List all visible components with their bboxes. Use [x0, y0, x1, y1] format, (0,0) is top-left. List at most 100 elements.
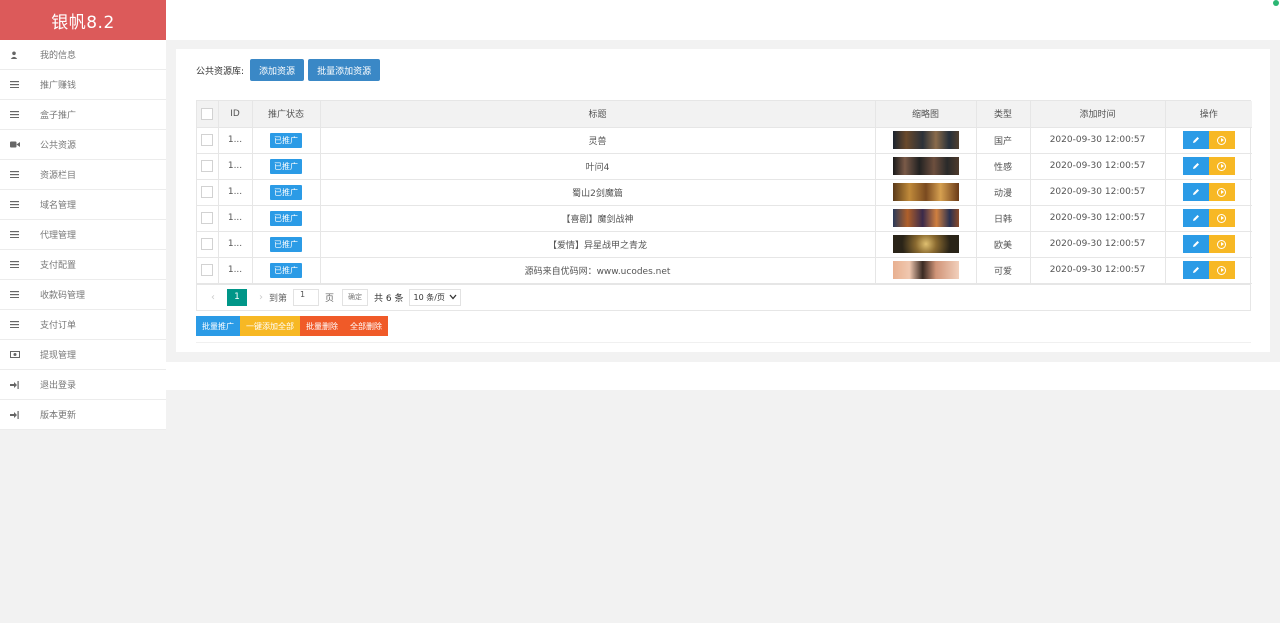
- cell-thumb: [875, 127, 977, 154]
- play-button[interactable]: [1208, 183, 1235, 201]
- page-input[interactable]: 1: [293, 288, 320, 306]
- cell-id: 1...: [218, 231, 253, 258]
- signout-icon: [0, 410, 26, 419]
- sidebar-item-payment-config[interactable]: 支付配置: [0, 250, 166, 280]
- cell-title: 【爱情】异星战甲之青龙: [320, 231, 876, 258]
- sidebar-item-payment-orders[interactable]: 支付订单: [0, 310, 166, 340]
- cell-type: 国产: [976, 127, 1031, 154]
- brand-logo: 银帆8.2: [0, 0, 166, 40]
- cell-type: 动漫: [976, 179, 1031, 206]
- cell-ops: [1165, 179, 1252, 206]
- sidebar-item-qr-codes[interactable]: 收款码管理: [0, 280, 166, 310]
- cell-title: 叶问4: [320, 153, 876, 180]
- edit-button[interactable]: [1182, 183, 1209, 201]
- cell-thumb: [875, 179, 977, 206]
- row-select[interactable]: [197, 127, 219, 154]
- header-time[interactable]: 添加时间: [1030, 101, 1166, 128]
- sidebar-item-my-info[interactable]: 我的信息: [0, 40, 166, 70]
- pencil-icon: [1192, 163, 1199, 169]
- thumbnail-image: [892, 235, 959, 253]
- chevron-down-icon: [449, 294, 457, 300]
- sidebar: 银帆8.2 我的信息 推广赚钱 盒子推广 公共资源 资源栏目 域名管理 代理管理…: [0, 0, 166, 430]
- cell-status: 已推广: [252, 153, 321, 180]
- status-dot-icon: [1273, 0, 1279, 6]
- pencil-icon: [1192, 189, 1199, 195]
- row-checkbox[interactable]: [201, 238, 214, 250]
- cell-ops: [1165, 231, 1252, 258]
- table-row: 1... 已推广 【喜剧】魔剑战神 日韩 2020-09-30 12:00:57: [197, 205, 1252, 232]
- header-ops: 操作: [1165, 101, 1252, 128]
- row-checkbox[interactable]: [201, 186, 214, 198]
- row-checkbox[interactable]: [201, 134, 214, 146]
- cell-id: 1...: [218, 153, 253, 180]
- row-select[interactable]: [197, 257, 219, 284]
- add-all-button[interactable]: 一键添加全部: [240, 316, 300, 336]
- page-size-select[interactable]: 10 条/页: [409, 288, 461, 306]
- row-select[interactable]: [197, 179, 219, 206]
- edit-button[interactable]: [1182, 157, 1209, 175]
- sidebar-item-public-resources[interactable]: 公共资源: [0, 130, 166, 160]
- status-badge: 已推广: [270, 132, 302, 148]
- sidebar-item-box-promote[interactable]: 盒子推广: [0, 100, 166, 130]
- sidebar-item-label: 退出登录: [40, 381, 77, 391]
- play-button[interactable]: [1208, 209, 1235, 227]
- header-select-all[interactable]: [197, 101, 219, 128]
- header-status[interactable]: 推广状态: [252, 101, 321, 128]
- cell-title: 蜀山2剑魔篇: [320, 179, 876, 206]
- batch-promote-button[interactable]: 批量推广: [196, 316, 240, 336]
- play-button[interactable]: [1208, 261, 1235, 279]
- row-select[interactable]: [197, 153, 219, 180]
- cell-id: 1...: [218, 179, 253, 206]
- pencil-icon: [1192, 215, 1199, 221]
- header-id[interactable]: ID: [218, 101, 253, 128]
- add-resource-button[interactable]: 添加资源: [250, 59, 305, 81]
- sidebar-item-domains[interactable]: 域名管理: [0, 190, 166, 220]
- play-button[interactable]: [1208, 235, 1235, 253]
- edit-button[interactable]: [1182, 235, 1209, 253]
- row-checkbox[interactable]: [201, 264, 214, 276]
- row-checkbox[interactable]: [201, 160, 214, 172]
- edit-button[interactable]: [1182, 261, 1209, 279]
- select-all-checkbox[interactable]: [201, 107, 214, 120]
- batch-delete-button[interactable]: 批量删除: [300, 316, 344, 336]
- edit-button[interactable]: [1182, 209, 1209, 227]
- row-select[interactable]: [197, 205, 219, 232]
- next-page-icon[interactable]: ›: [253, 292, 269, 303]
- goto-confirm-button[interactable]: 确定: [342, 288, 369, 306]
- user-icon: [0, 51, 26, 59]
- edit-button[interactable]: [1182, 131, 1209, 149]
- prev-page-icon[interactable]: ‹: [205, 292, 221, 303]
- delete-all-button[interactable]: 全部删除: [344, 316, 388, 336]
- sidebar-item-label: 推广赚钱: [40, 81, 77, 91]
- batch-add-resource-button[interactable]: 批量添加资源: [308, 59, 381, 81]
- cell-time: 2020-09-30 12:00:57: [1030, 127, 1166, 154]
- status-badge: 已推广: [270, 210, 302, 226]
- sidebar-item-promote[interactable]: 推广赚钱: [0, 70, 166, 100]
- sidebar-item-label: 域名管理: [40, 201, 77, 211]
- play-button[interactable]: [1208, 131, 1235, 149]
- header-title[interactable]: 标题: [320, 101, 876, 128]
- sidebar-item-logout[interactable]: 退出登录: [0, 370, 166, 400]
- cell-status: 已推广: [252, 179, 321, 206]
- goto-label: 到第: [269, 293, 288, 304]
- header-thumb[interactable]: 缩略图: [875, 101, 977, 128]
- divider: [196, 342, 1251, 343]
- sidebar-item-label: 资源栏目: [40, 171, 77, 181]
- cell-type: 欧美: [976, 231, 1031, 258]
- page-unit-label: 页: [325, 293, 335, 304]
- bulk-actions: 批量推广 一键添加全部 批量删除 全部删除: [196, 316, 388, 336]
- thumbnail-image: [892, 261, 959, 279]
- row-checkbox[interactable]: [201, 212, 214, 224]
- header-type[interactable]: 类型: [976, 101, 1031, 128]
- play-button[interactable]: [1208, 157, 1235, 175]
- sidebar-item-version-update[interactable]: 版本更新: [0, 400, 166, 430]
- row-select[interactable]: [197, 231, 219, 258]
- sidebar-item-agents[interactable]: 代理管理: [0, 220, 166, 250]
- current-page[interactable]: 1: [227, 288, 247, 306]
- thumbnail-image: [892, 209, 959, 227]
- cell-title: 灵兽: [320, 127, 876, 154]
- cell-ops: [1165, 205, 1252, 232]
- sidebar-item-resource-columns[interactable]: 资源栏目: [0, 160, 166, 190]
- sidebar-item-withdrawals[interactable]: 提现管理: [0, 340, 166, 370]
- thumbnail-image: [892, 183, 959, 201]
